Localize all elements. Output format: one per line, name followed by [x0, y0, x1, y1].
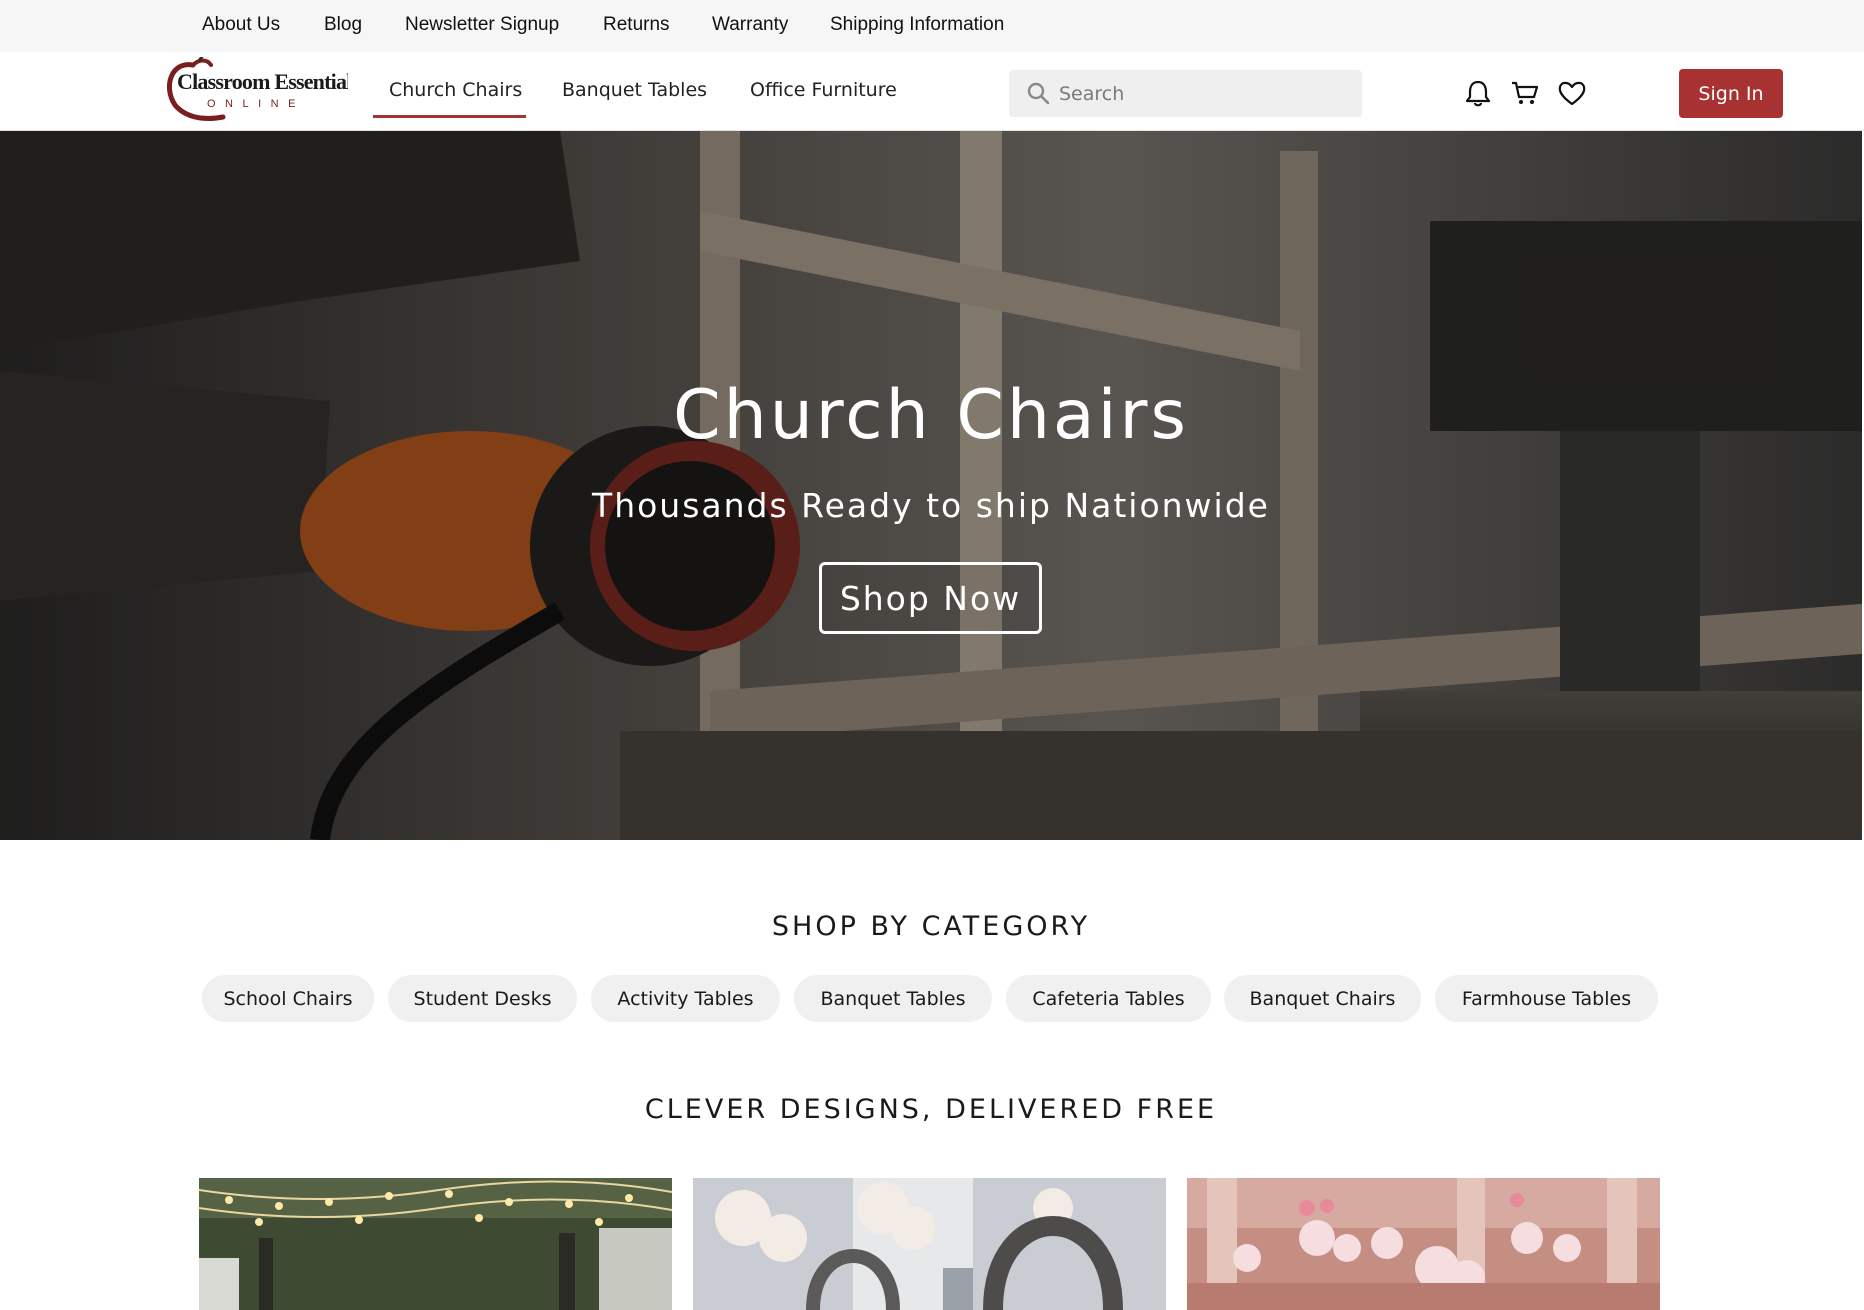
garden-event-image — [199, 1178, 672, 1310]
category-pill-student-desks[interactable]: Student Desks — [388, 975, 577, 1022]
shop-now-button[interactable]: Shop Now — [819, 562, 1042, 634]
bell-icon[interactable] — [1463, 78, 1493, 108]
cart-icon[interactable] — [1510, 78, 1540, 108]
top-link-warranty[interactable]: Warranty — [712, 14, 788, 36]
search-icon — [1027, 82, 1050, 105]
top-utility-bar: About Us Blog Newsletter Signup Returns … — [0, 0, 1864, 52]
design-card-reception[interactable] — [1187, 1178, 1660, 1310]
hero-banner: Church Chairs Thousands Ready to ship Na… — [0, 131, 1862, 840]
main-header: Classroom Essentials ONLINE Church Chair… — [0, 52, 1864, 131]
category-pill-cafeteria-tables[interactable]: Cafeteria Tables — [1006, 975, 1211, 1022]
sign-in-button[interactable]: Sign In — [1679, 69, 1783, 118]
top-link-blog[interactable]: Blog — [324, 14, 362, 36]
category-pill-banquet-chairs[interactable]: Banquet Chairs — [1224, 975, 1421, 1022]
hero-subtitle: Thousands Ready to ship Nationwide — [592, 486, 1270, 525]
search-box[interactable] — [1009, 70, 1362, 117]
clever-designs-title: CLEVER DESIGNS, DELIVERED FREE — [644, 1094, 1218, 1125]
nav-banquet-tables[interactable]: Banquet Tables — [562, 79, 707, 101]
nav-church-chairs[interactable]: Church Chairs — [389, 79, 522, 101]
category-pill-banquet-tables[interactable]: Banquet Tables — [794, 975, 992, 1022]
top-link-newsletter-signup[interactable]: Newsletter Signup — [405, 14, 559, 36]
shop-by-category-title: SHOP BY CATEGORY — [771, 911, 1091, 942]
top-link-about-us[interactable]: About Us — [202, 14, 280, 36]
logo-sub-text: ONLINE — [207, 98, 305, 110]
hero-title: Church Chairs — [673, 376, 1189, 455]
wedding-decor-image — [693, 1178, 1166, 1310]
design-card-garden[interactable] — [199, 1178, 672, 1310]
reception-tables-image — [1187, 1178, 1660, 1310]
search-input[interactable] — [1059, 70, 1349, 117]
design-card-wedding[interactable] — [693, 1178, 1166, 1310]
heart-icon[interactable] — [1557, 78, 1587, 108]
brand-logo[interactable]: Classroom Essentials ONLINE — [163, 57, 348, 123]
top-link-shipping-information[interactable]: Shipping Information — [830, 14, 1004, 36]
nav-office-furniture[interactable]: Office Furniture — [750, 79, 897, 101]
category-pill-activity-tables[interactable]: Activity Tables — [591, 975, 780, 1022]
category-pill-farmhouse-tables[interactable]: Farmhouse Tables — [1435, 975, 1658, 1022]
nav-active-indicator — [373, 115, 526, 118]
top-link-returns[interactable]: Returns — [603, 14, 670, 36]
logo-brand-text: Classroom Essentials — [177, 69, 348, 94]
category-pill-school-chairs[interactable]: School Chairs — [202, 975, 374, 1022]
